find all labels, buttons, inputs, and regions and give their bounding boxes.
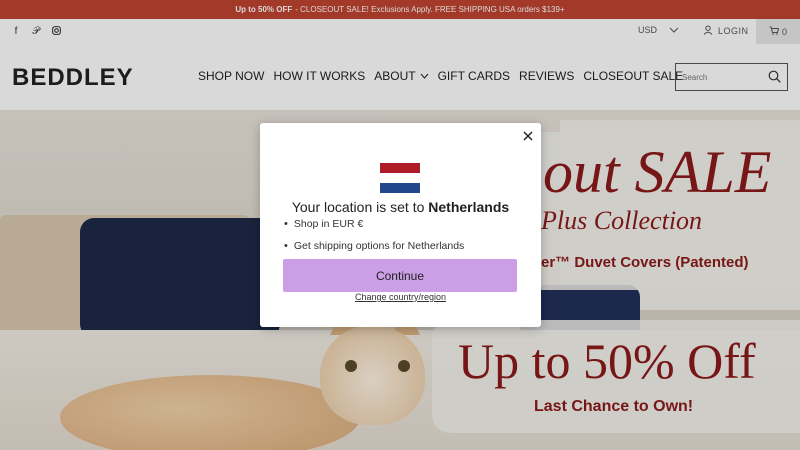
- modal-title-prefix: Your location is set to: [291, 199, 425, 215]
- modal-bullets: Shop in EUR € Get shipping options for N…: [284, 218, 464, 262]
- close-icon[interactable]: [523, 128, 533, 144]
- change-country-link[interactable]: Change country/region: [260, 292, 541, 302]
- modal-title: Your location is set to Netherlands: [260, 199, 541, 215]
- location-modal: Your location is set to Netherlands Shop…: [260, 123, 541, 327]
- continue-button[interactable]: Continue: [283, 259, 517, 292]
- modal-country: Netherlands: [428, 199, 510, 215]
- netherlands-flag-icon: [380, 163, 420, 193]
- modal-bullet-currency: Shop in EUR €: [284, 218, 464, 230]
- modal-bullet-text: Get shipping options for Netherlands: [293, 240, 465, 252]
- modal-bullet-text: Shop in EUR €: [293, 218, 364, 230]
- modal-bullet-shipping: Get shipping options for Netherlands: [284, 240, 464, 252]
